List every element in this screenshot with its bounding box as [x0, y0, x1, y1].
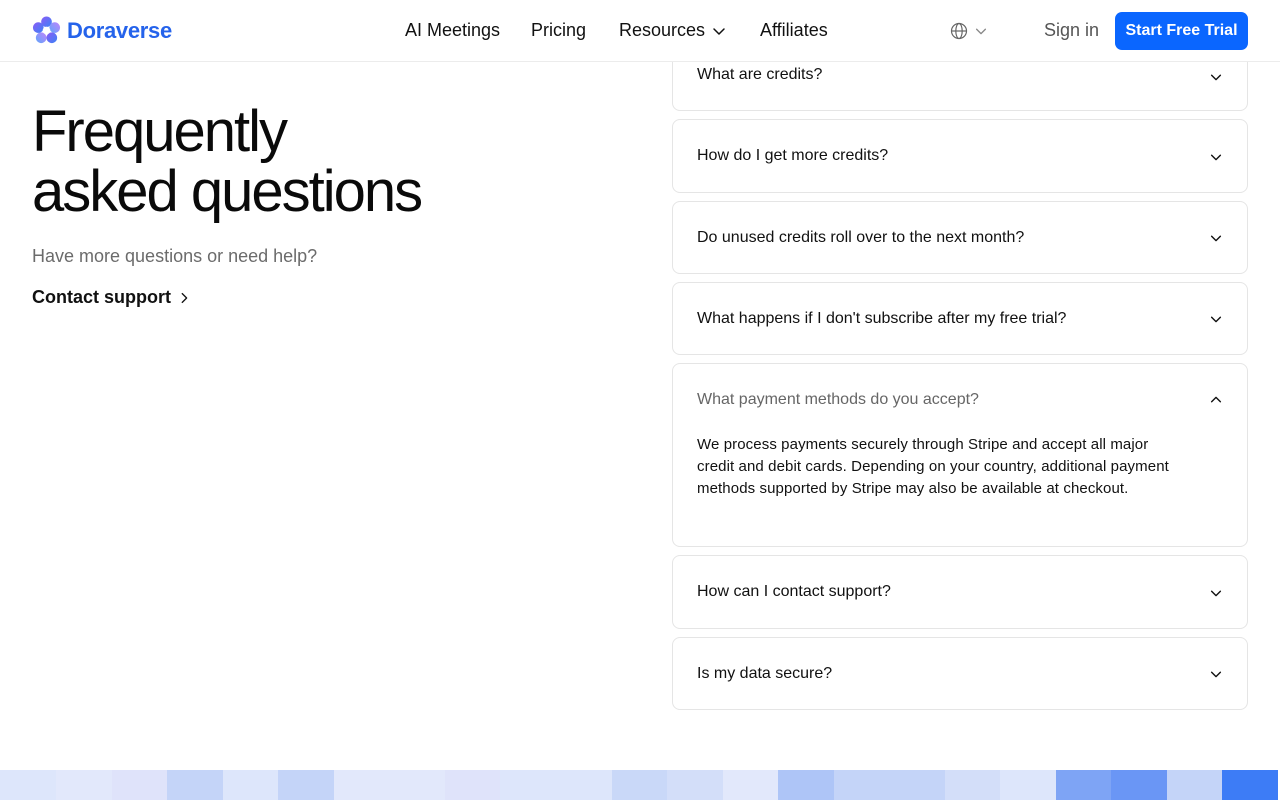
language-selector[interactable]: [950, 22, 988, 40]
nav-pricing-label: Pricing: [531, 20, 587, 40]
chevron-down-icon: [1210, 671, 1222, 678]
chevron-down-icon: [1210, 74, 1222, 81]
brand-logo[interactable]: Doraverse: [32, 16, 172, 45]
faq-answer: We process payments securely through Str…: [697, 436, 1169, 497]
faq-heading-line-2: asked questions: [32, 159, 423, 224]
help-text: Have more questions or need help?: [32, 246, 318, 266]
contact-support-label: Contact support: [32, 287, 171, 307]
nav-affiliates[interactable]: Affiliates: [760, 20, 828, 41]
doraverse-logo-icon: [32, 16, 61, 44]
faq-item[interactable]: What happens if I don't subscribe after …: [672, 282, 1248, 355]
nav-ai-meetings-label: AI Meetings: [405, 20, 501, 40]
nav-resources-label: Resources: [619, 20, 706, 40]
brand-name: Doraverse: [67, 17, 172, 43]
chevron-down-icon: [713, 27, 725, 35]
nav-affiliates-label: Affiliates: [760, 20, 828, 40]
start-free-trial-button[interactable]: Start Free Trial: [1115, 12, 1248, 50]
chevron-right-icon: [181, 292, 188, 303]
faq-question: Do unused credits roll over to the next …: [697, 229, 1025, 246]
chevron-down-icon: [1210, 235, 1222, 242]
faq-item[interactable]: Do unused credits roll over to the next …: [672, 201, 1248, 274]
faq-item[interactable]: How can I contact support?: [672, 555, 1248, 629]
site-header: Doraverse AI Meetings Pricing Resources …: [0, 0, 1280, 62]
chevron-down-icon: [1210, 154, 1222, 161]
faq-question: What are credits?: [697, 66, 823, 83]
globe-icon: [950, 22, 968, 40]
faq-question: What happens if I don't subscribe after …: [697, 310, 1067, 327]
chevron-down-icon: [1210, 590, 1222, 597]
sign-in-link[interactable]: Sign in: [1044, 20, 1099, 41]
chevron-down-icon: [1210, 316, 1222, 323]
faq-question: How can I contact support?: [697, 583, 891, 600]
faq-question: How do I get more credits?: [697, 147, 889, 164]
decorative-gradient-band: [0, 770, 1280, 800]
faq-question: Is my data secure?: [697, 665, 833, 682]
nav-resources[interactable]: Resources: [619, 20, 727, 41]
faq-question: What payment methods do you accept?: [697, 391, 979, 408]
nav-ai-meetings[interactable]: AI Meetings: [405, 20, 500, 41]
faq-item-expanded[interactable]: What payment methods do you accept? We p…: [672, 363, 1248, 547]
chevron-up-icon: [1210, 396, 1222, 403]
contact-support-link[interactable]: Contact support: [32, 287, 191, 308]
chevron-down-icon: [975, 28, 987, 35]
faq-item[interactable]: Is my data secure?: [672, 637, 1248, 710]
nav-pricing[interactable]: Pricing: [531, 20, 586, 41]
faq-heading: Frequently asked questions: [32, 99, 423, 224]
faq-item[interactable]: How do I get more credits?: [672, 119, 1248, 193]
faq-heading-line-1: Frequently: [32, 99, 288, 164]
